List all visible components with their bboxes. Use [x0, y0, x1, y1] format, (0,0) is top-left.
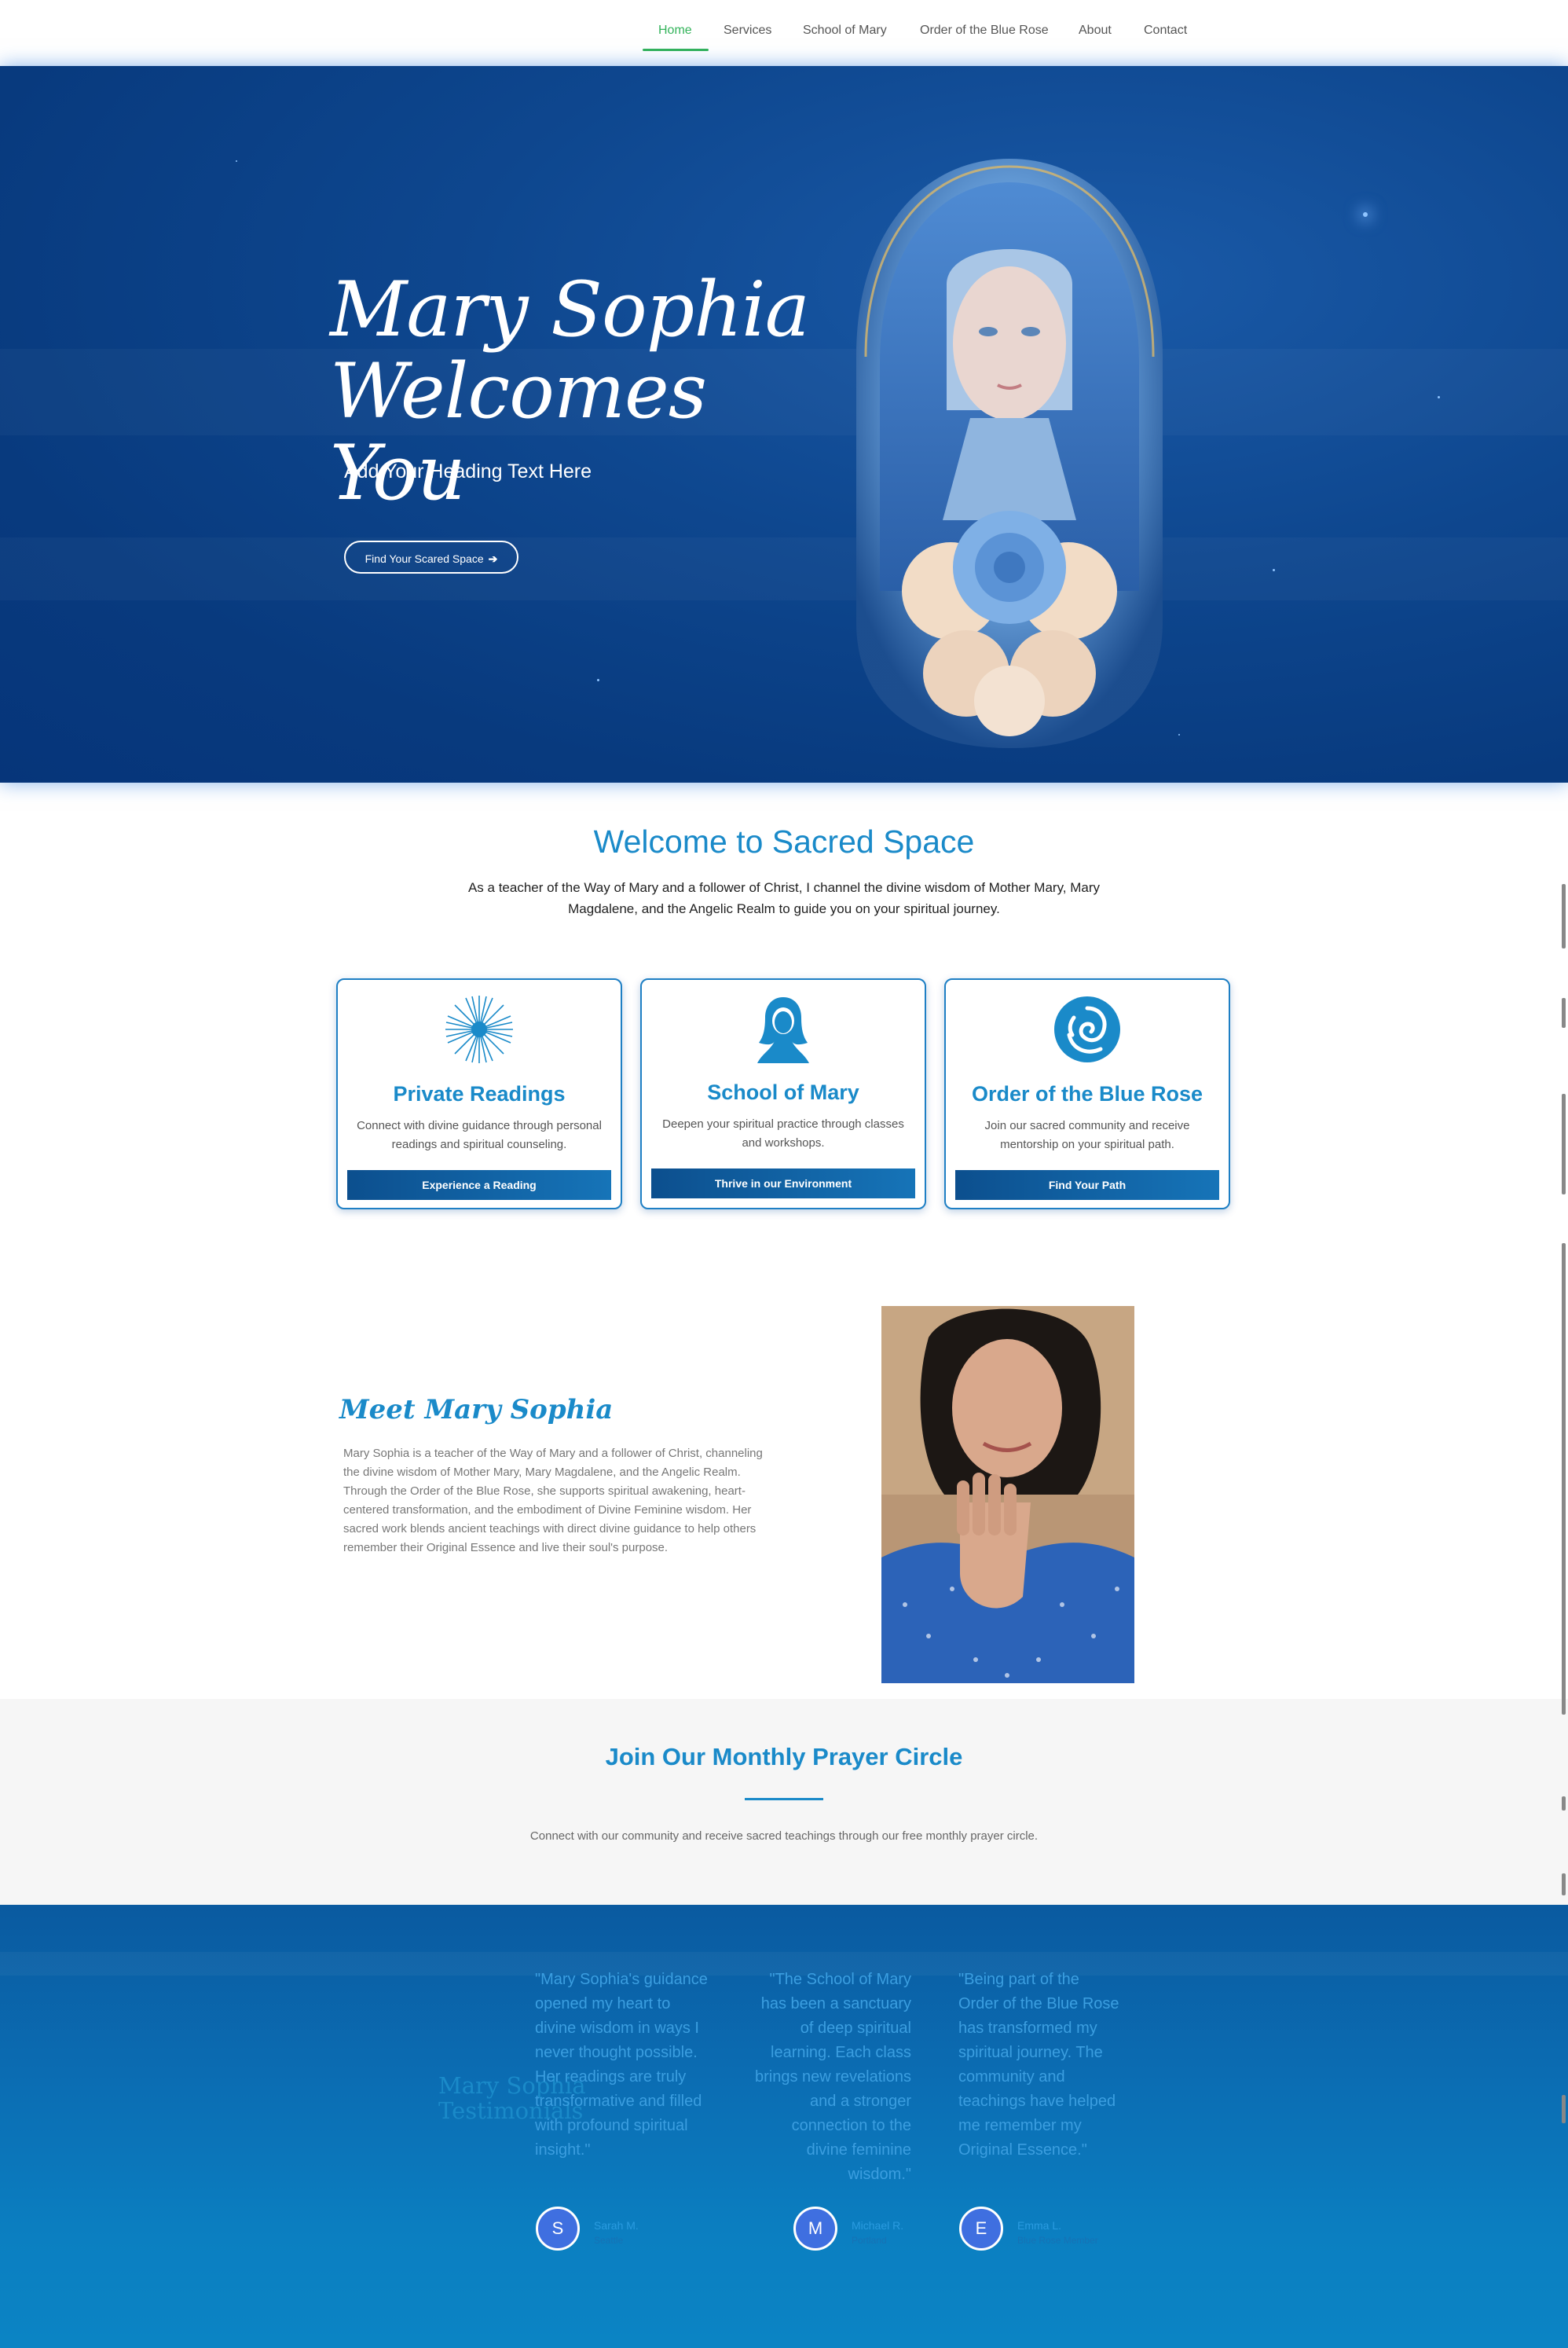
- meet-text: Mary Sophia is a teacher of the Way of M…: [343, 1447, 763, 1554]
- sparkle-decoration: [1438, 396, 1440, 398]
- woman-silhouette-icon: [757, 997, 809, 1063]
- author-name: Sarah M.: [594, 2219, 639, 2232]
- hero-section: Mary Sophia Welcomes You Add Your Headin…: [0, 66, 1568, 783]
- author-name: Emma L.: [1017, 2219, 1062, 2232]
- prayer-circle-section: Join Our Monthly Prayer Circle Connect w…: [0, 1699, 1568, 1905]
- order-blue-rose-card: Order of the Blue Rose Join our sacred c…: [944, 978, 1230, 1209]
- welcome-text: As a teacher of the Way of Mary and a fo…: [467, 880, 1101, 916]
- testimonial-quote: "The School of Mary has been a sanctuary…: [755, 1971, 911, 2183]
- author-role: Blue Rose Member: [1017, 2235, 1098, 2246]
- mary-sophia-photo: [881, 1306, 1134, 1683]
- mary-portrait-image: [856, 159, 1163, 748]
- hero-title-line-1: Mary Sophia: [330, 266, 810, 354]
- sparkle-decoration: [1178, 734, 1180, 736]
- find-your-path-button[interactable]: Find Your Path: [955, 1170, 1219, 1200]
- sparkle-decoration: [1273, 569, 1275, 571]
- scrollbar-thumb[interactable]: [1562, 884, 1566, 948]
- card-title: Order of the Blue Rose: [971, 1082, 1203, 1106]
- testimonial-quote: "Being part of the Order of the Blue Ros…: [958, 1971, 1119, 2159]
- avatar: E: [959, 2207, 1003, 2251]
- welcome-title: Welcome to Sacred Space: [593, 824, 975, 860]
- arrow-right-icon: ➔: [488, 552, 498, 565]
- author-name: Michael R.: [852, 2219, 904, 2232]
- title-divider: [745, 1798, 823, 1800]
- starburst-icon: [445, 996, 513, 1063]
- nav-services[interactable]: Services: [724, 24, 771, 38]
- scrollbar-thumb[interactable]: [1562, 1243, 1566, 1715]
- scrollbar-thumb[interactable]: [1562, 1873, 1566, 1895]
- school-of-mary-card: School of Mary Deepen your spiritual pra…: [640, 978, 926, 1209]
- rose-icon: [1054, 996, 1120, 1062]
- nav-active-indicator: [643, 49, 709, 51]
- private-readings-card: Private Readings Connect with divine gui…: [336, 978, 622, 1209]
- hero-title-line-2: Welcomes You: [330, 347, 707, 517]
- author-role: Portland: [852, 2235, 887, 2246]
- nav-home[interactable]: Home: [658, 24, 692, 38]
- testimonials-section: Mary Sophia Testimonials "Mary Sophia's …: [0, 1905, 1568, 2348]
- nav-order-of-the-blue-rose[interactable]: Order of the Blue Rose: [920, 24, 1049, 38]
- hero-light-band: [0, 537, 1568, 600]
- scrollbar-thumb[interactable]: [1562, 1094, 1566, 1194]
- thrive-environment-button[interactable]: Thrive in our Environment: [651, 1168, 915, 1198]
- nav-about[interactable]: About: [1079, 24, 1112, 38]
- experience-reading-button[interactable]: Experience a Reading: [347, 1170, 611, 1200]
- avatar: S: [536, 2207, 580, 2251]
- sparkle-decoration: [1363, 212, 1368, 217]
- prayer-text: Connect with our community and receive s…: [529, 1829, 1039, 1843]
- card-description: Connect with divine guidance through per…: [357, 1119, 602, 1151]
- meet-title: Meet Mary Sophia: [339, 1394, 614, 1425]
- scrollbar-thumb[interactable]: [1562, 1796, 1566, 1811]
- find-sacred-space-label: Find Your Scared Space: [365, 552, 484, 565]
- card-title: Private Readings: [393, 1082, 566, 1106]
- author-role: Seattle: [594, 2235, 624, 2246]
- prayer-title: Join Our Monthly Prayer Circle: [605, 1743, 963, 1770]
- card-description: Join our sacred community and receive me…: [984, 1119, 1190, 1151]
- scrollbar-thumb[interactable]: [1562, 2095, 1566, 2123]
- sparkle-decoration: [236, 160, 237, 162]
- nav-school-of-mary[interactable]: School of Mary: [803, 24, 887, 38]
- avatar: M: [793, 2207, 837, 2251]
- testimonial-quote: "Mary Sophia's guidance opened my heart …: [535, 1971, 708, 2159]
- top-navigation: Home Services School of Mary Order of th…: [0, 0, 1568, 66]
- card-description: Deepen your spiritual practice through c…: [662, 1117, 904, 1150]
- hero-subheading: Add Your Heading Text Here: [344, 460, 592, 482]
- sparkle-decoration: [597, 679, 599, 681]
- card-title: School of Mary: [707, 1080, 859, 1104]
- nav-contact[interactable]: Contact: [1144, 24, 1187, 38]
- scrollbar-thumb[interactable]: [1562, 998, 1566, 1028]
- find-sacred-space-button[interactable]: Find Your Scared Space ➔: [344, 541, 518, 574]
